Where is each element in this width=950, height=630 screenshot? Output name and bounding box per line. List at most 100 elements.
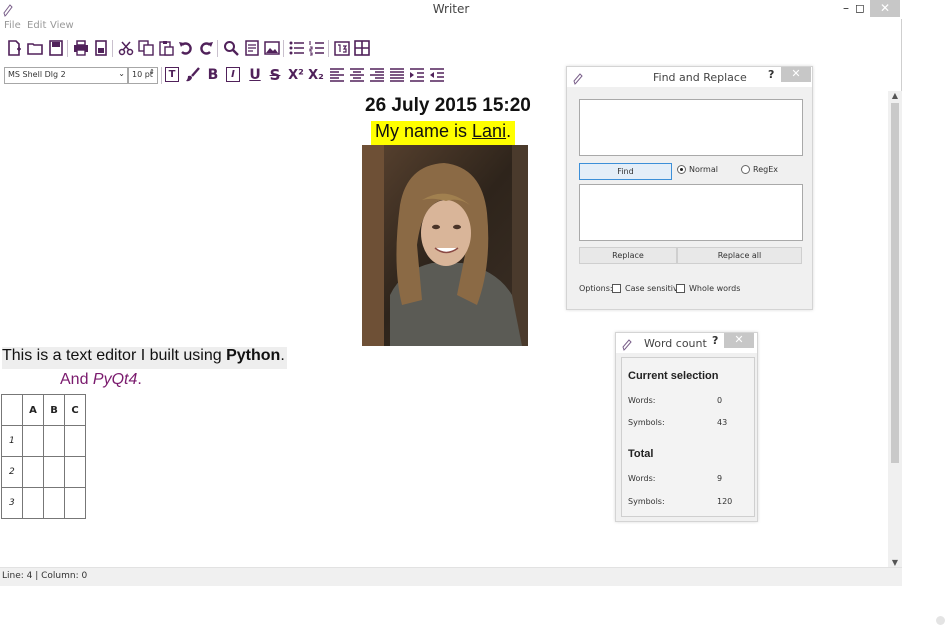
dialog-title-bar[interactable]: Word count ? ✕	[616, 333, 757, 353]
table-row-header[interactable]: 2	[1, 456, 23, 488]
table-corner-cell[interactable]	[1, 394, 23, 426]
dialog-close-button[interactable]: ✕	[724, 333, 754, 348]
table-cell[interactable]	[22, 425, 44, 457]
table-row-header[interactable]: 3	[1, 487, 23, 519]
insert-time-icon[interactable]	[243, 39, 261, 57]
table-column-header[interactable]: A	[22, 394, 44, 426]
table-cell[interactable]	[64, 456, 86, 488]
scroll-up-icon[interactable]: ▲	[888, 91, 902, 100]
save-icon[interactable]	[47, 39, 65, 57]
menu-view[interactable]: View	[50, 20, 74, 31]
italic-button[interactable]: I	[226, 67, 240, 82]
table-cell[interactable]	[43, 456, 65, 488]
dialog-title-bar[interactable]: Find and Replace ? ✕	[567, 67, 812, 87]
document-table[interactable]: A B C 1 2 3	[1, 394, 86, 519]
align-left-icon[interactable]	[328, 66, 346, 84]
insert-table-icon[interactable]	[353, 39, 371, 57]
vertical-scrollbar[interactable]: ▲ ▼	[888, 91, 902, 567]
paste-icon[interactable]	[157, 39, 175, 57]
scroll-down-icon[interactable]: ▼	[888, 558, 902, 567]
table-cell[interactable]	[22, 456, 44, 488]
replace-all-button[interactable]: Replace all	[677, 247, 802, 264]
body-text-line-1: This is a text editor I built using Pyth…	[2, 347, 287, 369]
radio-normal[interactable]: Normal	[677, 165, 718, 174]
find-text-field[interactable]	[579, 99, 803, 156]
radio-regex-label: RegEx	[753, 165, 778, 174]
dedent-icon[interactable]	[428, 66, 446, 84]
new-file-icon[interactable]	[5, 39, 23, 57]
superscript-button[interactable]: X²	[286, 66, 306, 84]
table-cell[interactable]	[64, 487, 86, 519]
current-selection-heading: Current selection	[628, 370, 719, 382]
dialog-title: Find and Replace	[653, 71, 747, 84]
font-color-button[interactable]: T	[165, 67, 179, 82]
open-folder-icon[interactable]	[26, 39, 44, 57]
bold-button[interactable]: B	[204, 66, 222, 84]
checkbox-box	[612, 284, 621, 293]
menu-edit[interactable]: Edit	[27, 20, 46, 31]
font-family-value: MS Shell Dlg 2	[8, 70, 66, 79]
table-cell[interactable]	[64, 425, 86, 457]
highlight-brush-icon[interactable]	[184, 66, 202, 84]
options-label: Options:	[579, 284, 613, 293]
table-row-header[interactable]: 1	[1, 425, 23, 457]
current-symbols-label: Symbols:	[628, 418, 665, 427]
find-button[interactable]: Find	[579, 163, 672, 180]
insert-image-icon[interactable]	[263, 39, 281, 57]
radio-normal-indicator	[677, 165, 686, 174]
justify-icon[interactable]	[388, 66, 406, 84]
dialog-title: Word count	[644, 337, 707, 350]
profile-photo	[362, 145, 528, 346]
undo-icon[interactable]	[177, 39, 195, 57]
whole-words-checkbox[interactable]: Whole words	[676, 284, 740, 293]
subscript-button[interactable]: X₂	[306, 66, 326, 84]
table-column-header[interactable]: C	[64, 394, 86, 426]
replace-button[interactable]: Replace	[579, 247, 677, 264]
menu-file[interactable]: File	[4, 20, 21, 31]
indent-icon[interactable]	[408, 66, 426, 84]
font-family-select[interactable]: MS Shell Dlg 2 ⌄	[4, 67, 128, 84]
table-cell[interactable]	[43, 487, 65, 519]
total-words-label: Words:	[628, 474, 656, 483]
print-preview-icon[interactable]	[92, 39, 110, 57]
word-count-panel: Current selection Words: 0 Symbols: 43 T…	[621, 357, 755, 517]
replace-text-field[interactable]	[579, 184, 803, 241]
align-center-icon[interactable]	[348, 66, 366, 84]
find-replace-dialog: Find and Replace ? ✕ Find Normal RegEx R…	[566, 66, 813, 310]
window-title: Writer	[432, 2, 470, 16]
date-heading: 26 July 2015 15:20	[365, 95, 531, 116]
help-button[interactable]: ?	[712, 334, 718, 347]
print-icon[interactable]	[72, 39, 90, 57]
radio-regex-indicator	[741, 165, 750, 174]
help-button[interactable]: ?	[768, 68, 774, 81]
bullet-list-icon[interactable]	[288, 39, 306, 57]
redo-icon[interactable]	[197, 39, 215, 57]
total-words-value: 9	[717, 474, 723, 483]
radio-regex[interactable]: RegEx	[741, 165, 778, 174]
pencil-icon	[622, 336, 632, 355]
line2-italic: PyQt4	[92, 371, 138, 388]
word-count-icon[interactable]	[333, 39, 351, 57]
current-words-label: Words:	[628, 396, 656, 405]
find-icon[interactable]	[222, 39, 240, 57]
align-right-icon[interactable]	[368, 66, 386, 84]
copy-icon[interactable]	[137, 39, 155, 57]
word-count-dialog: Word count ? ✕ Current selection Words: …	[615, 332, 758, 522]
total-heading: Total	[628, 448, 654, 460]
chevron-down-icon: ⌄	[118, 69, 125, 78]
table-column-header[interactable]: B	[43, 394, 65, 426]
underline-button[interactable]: U	[246, 66, 264, 84]
table-cell[interactable]	[43, 425, 65, 457]
scroll-thumb[interactable]	[891, 103, 899, 463]
font-size-spinbox[interactable]: 10 pt ⇕	[128, 67, 158, 84]
total-symbols-label: Symbols:	[628, 497, 665, 506]
cut-icon[interactable]	[117, 39, 135, 57]
numbered-list-icon[interactable]	[308, 39, 326, 57]
highlighted-name-line: My name is Lani.	[371, 121, 516, 145]
dialog-close-button[interactable]: ✕	[781, 67, 811, 82]
current-words-value: 0	[717, 396, 723, 405]
table-cell[interactable]	[22, 487, 44, 519]
strikethrough-button[interactable]: S	[266, 66, 284, 84]
close-button[interactable]: ✕	[870, 0, 900, 17]
case-sensitive-checkbox[interactable]: Case sensitive	[612, 284, 683, 293]
